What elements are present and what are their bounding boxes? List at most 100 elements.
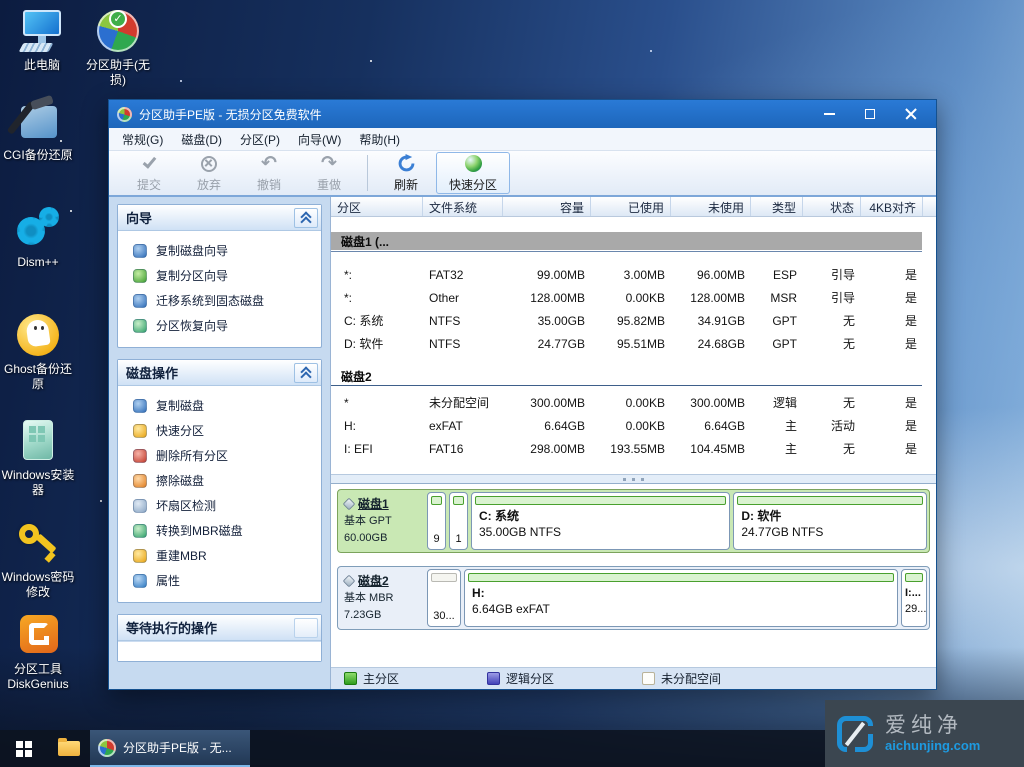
table-row[interactable]: I: EFIFAT16298.00MB193.55MB104.45MB主无是: [331, 437, 936, 460]
desktop-icon-label: 分区助手(无损): [80, 58, 156, 88]
disk2-i-partition[interactable]: I:... 29...: [901, 569, 927, 627]
desktop-icon-partition-assistant[interactable]: ✓ 分区助手(无损): [80, 8, 156, 88]
submit-button[interactable]: 提交: [119, 152, 179, 194]
gears-icon: [15, 205, 61, 251]
redo-icon: ↷: [321, 155, 337, 173]
discard-button[interactable]: 放弃: [179, 152, 239, 194]
undo-icon: ↶: [261, 155, 277, 173]
minimize-button[interactable]: [812, 103, 846, 125]
undo-button[interactable]: ↶ 撤销: [239, 152, 299, 194]
disk1-msr-partition[interactable]: 1: [449, 492, 468, 550]
desktop-icon-password-reset[interactable]: Windows密码修改: [0, 520, 76, 600]
check-icon: [142, 154, 156, 168]
desktop-icon-cgi-backup[interactable]: CGI备份还原: [0, 98, 76, 163]
panel-stub-button[interactable]: [294, 618, 318, 638]
table-row[interactable]: H:exFAT6.64GB0.00KB6.64GB主活动是: [331, 414, 936, 437]
chevron-up-icon: [301, 368, 311, 378]
quick-partition-button[interactable]: 快速分区: [436, 152, 510, 194]
disk1-c-partition[interactable]: C: 系统 35.00GB NTFS: [471, 492, 730, 550]
divider: [331, 251, 922, 252]
sidebar-item-convert-to-mbr[interactable]: 转换到MBR磁盘: [118, 518, 321, 543]
legend-logical: 逻辑分区: [487, 670, 554, 687]
sidebar-item-properties[interactable]: 属性: [118, 568, 321, 593]
disk1-group-header[interactable]: 磁盘1 (...: [331, 232, 922, 250]
sidebar-item-rebuild-mbr[interactable]: 重建MBR: [118, 543, 321, 568]
panel-disk-operations-header[interactable]: 磁盘操作: [118, 360, 321, 386]
sidebar-item-delete-all-partitions[interactable]: 删除所有分区: [118, 443, 321, 468]
sidebar-item-bad-sector-test[interactable]: 坏扇区检测: [118, 493, 321, 518]
close-button[interactable]: [894, 103, 928, 125]
refresh-button[interactable]: 刷新: [376, 152, 436, 194]
title-bar[interactable]: 分区助手PE版 - 无损分区免费软件: [109, 100, 936, 128]
panel-pending-operations-header[interactable]: 等待执行的操作: [118, 615, 321, 641]
splitter-handle[interactable]: [331, 474, 936, 484]
folder-icon: [58, 741, 80, 756]
desktop-icon-ghost-backup[interactable]: Ghost备份还原: [0, 312, 76, 392]
disk2-label[interactable]: 磁盘2 基本 MBR 7.23GB: [340, 569, 424, 627]
col-status[interactable]: 状态: [803, 197, 861, 216]
taskbar-app-partition-assistant[interactable]: 分区助手PE版 - 无...: [90, 730, 250, 767]
sidebar-item-wipe-disk[interactable]: 擦除磁盘: [118, 468, 321, 493]
table-row[interactable]: *:Other128.00MB0.00KB128.00MBMSR引导是: [331, 286, 936, 309]
legend-unallocated: 未分配空间: [642, 670, 721, 687]
primary-partition-swatch: [344, 672, 357, 685]
close-icon: [905, 108, 917, 120]
logical-partition-swatch: [487, 672, 500, 685]
col-capacity[interactable]: 容量: [503, 197, 591, 216]
desktop-icon-label: Windows安装器: [0, 468, 76, 498]
col-partition[interactable]: 分区: [331, 197, 423, 216]
disk-icon: [343, 575, 356, 588]
partition-assistant-icon: [98, 739, 116, 757]
sidebar-item-quick-partition[interactable]: 快速分区: [118, 418, 321, 443]
table-row[interactable]: C: 系统NTFS35.00GB95.82MB34.91GBGPT无是: [331, 309, 936, 332]
collapse-button[interactable]: [294, 363, 318, 383]
menu-wizard[interactable]: 向导(W): [289, 128, 350, 151]
desktop-icon-diskgenius[interactable]: 分区工具DiskGenius: [0, 612, 76, 692]
menu-bar: 常规(G) 磁盘(D) 分区(P) 向导(W) 帮助(H): [109, 128, 936, 151]
copy-partition-wizard-icon: [133, 269, 147, 283]
col-unused[interactable]: 未使用: [671, 197, 751, 216]
disk1-esp-partition[interactable]: 9: [427, 492, 446, 550]
disk1-label[interactable]: 磁盘1 基本 GPT 60.00GB: [340, 492, 424, 550]
collapse-button[interactable]: [294, 208, 318, 228]
disk1-d-partition[interactable]: D: 软件 24.77GB NTFS: [733, 492, 927, 550]
menu-partition[interactable]: 分区(P): [231, 128, 289, 151]
sidebar-item-partition-recovery-wizard[interactable]: 分区恢复向导: [118, 313, 321, 338]
disk2-panel: 磁盘2 基本 MBR 7.23GB 30... H: 6.64GB exFAT: [337, 566, 930, 630]
panel-wizards-header[interactable]: 向导: [118, 205, 321, 231]
info-icon: [133, 574, 147, 588]
desktop-icon-this-pc[interactable]: 此电脑: [4, 8, 80, 73]
sidebar-item-copy-partition-wizard[interactable]: 复制分区向导: [118, 263, 321, 288]
menu-help[interactable]: 帮助(H): [350, 128, 409, 151]
copy-disk-wizard-icon: [133, 244, 147, 258]
col-filesystem[interactable]: 文件系统: [423, 197, 503, 216]
col-used[interactable]: 已使用: [591, 197, 671, 216]
menu-disk[interactable]: 磁盘(D): [172, 128, 231, 151]
disk2-unallocated-space[interactable]: 30...: [427, 569, 461, 627]
start-button[interactable]: [0, 730, 48, 767]
sidebar-item-copy-disk-wizard[interactable]: 复制磁盘向导: [118, 238, 321, 263]
maximize-button[interactable]: [853, 103, 887, 125]
menu-general[interactable]: 常规(G): [113, 128, 172, 151]
sidebar-item-migrate-os-ssd[interactable]: 迁移系统到固态磁盘: [118, 288, 321, 313]
chevron-up-icon: [301, 213, 311, 223]
col-type[interactable]: 类型: [751, 197, 803, 216]
panel-pending-operations: 等待执行的操作: [117, 614, 322, 662]
desktop-icon-windows-installer[interactable]: Windows安装器: [0, 418, 76, 498]
table-row[interactable]: *:FAT3299.00MB3.00MB96.00MBESP引导是: [331, 263, 936, 286]
disk2-group-header[interactable]: 磁盘2: [331, 368, 922, 386]
file-explorer-button[interactable]: [48, 730, 90, 767]
disk2-h-partition[interactable]: H: 6.64GB exFAT: [464, 569, 898, 627]
window-title: 分区助手PE版 - 无损分区免费软件: [139, 106, 805, 123]
watermark-site: aichunjing.com: [885, 738, 980, 753]
watermark: 爱纯净 aichunjing.com: [825, 700, 1024, 767]
migrate-os-icon: [133, 294, 147, 308]
desktop-icon-dism[interactable]: Dism++: [0, 205, 76, 270]
table-row[interactable]: D: 软件NTFS24.77GB95.51MB24.68GBGPT无是: [331, 332, 936, 355]
app-icon: [117, 107, 132, 122]
sidebar-item-copy-disk[interactable]: 复制磁盘: [118, 393, 321, 418]
col-4kb-aligned[interactable]: 4KB对齐: [861, 197, 923, 216]
redo-button[interactable]: ↷ 重做: [299, 152, 359, 194]
panel-wizards: 向导 复制磁盘向导 复制分区向导 迁移系统到固态磁盘: [117, 204, 322, 348]
table-row[interactable]: *未分配空间300.00MB0.00KB300.00MB逻辑无是: [331, 391, 936, 414]
